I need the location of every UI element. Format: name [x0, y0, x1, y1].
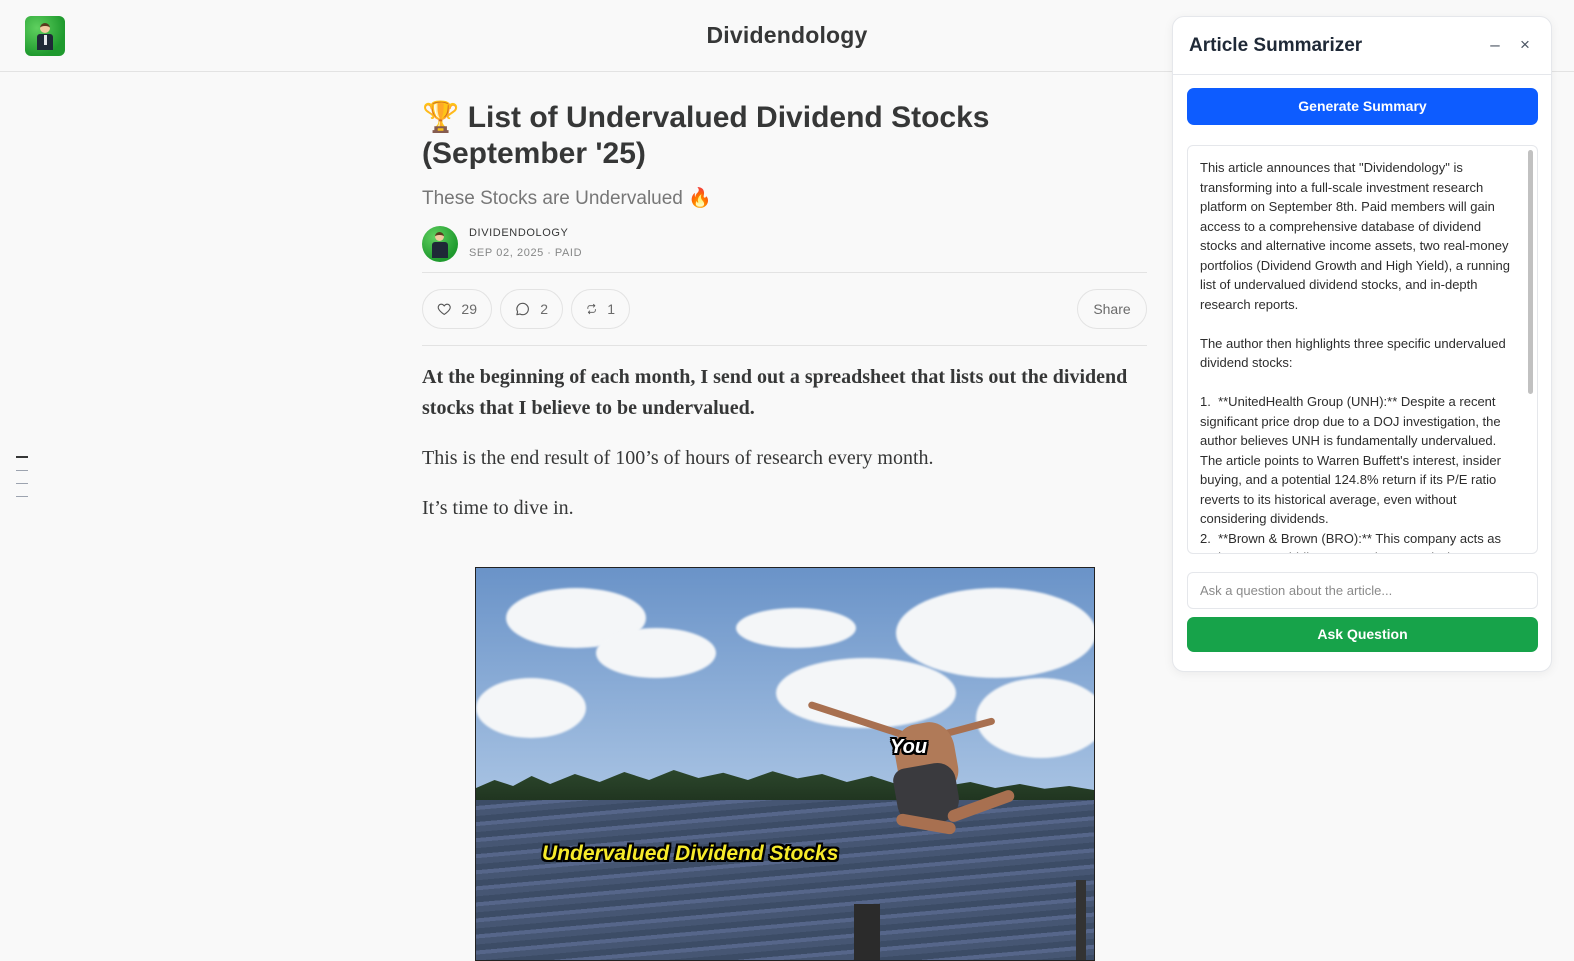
post-meta: SEP 02, 2025 ∙ PAID	[469, 247, 583, 259]
lake-water	[476, 800, 1094, 960]
article-summarizer-panel: Article Summarizer – × Generate Summary …	[1172, 16, 1552, 672]
restack-icon	[587, 303, 596, 315]
paragraph: This is the end result of 100’s of hours…	[422, 447, 934, 469]
scrollbar[interactable]	[1528, 150, 1533, 394]
meme-image[interactable]: You Undervalued Dividend Stocks	[475, 567, 1095, 961]
toc-marker[interactable]	[16, 470, 28, 471]
divider	[422, 345, 1147, 346]
article: 🏆 List of Undervalued Dividend Stocks (S…	[422, 100, 1147, 524]
heart-icon	[437, 303, 451, 316]
paragraph: It’s time to dive in.	[422, 497, 574, 519]
panel-title: Article Summarizer	[1189, 35, 1363, 56]
comment-icon	[516, 302, 529, 316]
post-title: 🏆 List of Undervalued Dividend Stocks (S…	[422, 101, 990, 170]
like-button[interactable]: 29	[422, 289, 492, 329]
toc-marker[interactable]	[16, 456, 28, 458]
restack-count: 1	[607, 301, 615, 317]
post-subtitle: These Stocks are Undervalued 🔥	[422, 188, 712, 209]
minimize-button[interactable]: –	[1485, 35, 1505, 55]
restack-button[interactable]: 1	[571, 289, 630, 329]
comment-count: 2	[540, 301, 548, 317]
dock-post	[1076, 880, 1086, 960]
share-button[interactable]: Share	[1077, 289, 1147, 329]
author-name[interactable]: DIVIDENDOLOGY	[469, 227, 569, 239]
question-input[interactable]	[1187, 572, 1538, 609]
toc-marker[interactable]	[16, 483, 28, 484]
summary-text: This article announces that "Dividendolo…	[1200, 160, 1511, 553]
ask-question-button[interactable]: Ask Question	[1187, 617, 1538, 652]
generate-summary-button[interactable]: Generate Summary	[1187, 88, 1538, 125]
paragraph: At the beginning of each month, I send o…	[422, 366, 1128, 419]
dock-post	[854, 904, 880, 960]
close-button[interactable]: ×	[1515, 35, 1535, 55]
caption-you: You	[890, 736, 928, 758]
toc-marker[interactable]	[16, 496, 28, 497]
caption-stocks: Undervalued Dividend Stocks	[542, 842, 839, 865]
sky	[476, 568, 1094, 798]
table-of-contents-nav[interactable]	[16, 456, 28, 509]
panel-header: Article Summarizer – ×	[1173, 17, 1551, 75]
byline: DIVIDENDOLOGY SEP 02, 2025 ∙ PAID	[422, 226, 1147, 264]
comment-button[interactable]: 2	[500, 289, 563, 329]
summary-output[interactable]: This article announces that "Dividendolo…	[1187, 145, 1538, 554]
author-avatar[interactable]	[422, 226, 458, 262]
post-actions: 29 2 1 Share	[422, 273, 1147, 345]
like-count: 29	[461, 301, 477, 317]
